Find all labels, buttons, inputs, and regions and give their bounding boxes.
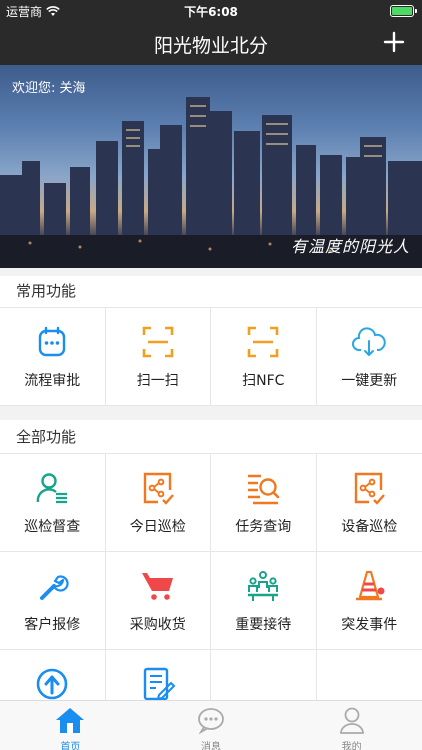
- approval-icon: [39, 326, 66, 357]
- page-title: 阳光物业北分: [153, 35, 268, 57]
- func-purchase-receipt[interactable]: 采购收货: [105, 552, 211, 650]
- func-today-inspection[interactable]: 今日巡检: [105, 454, 211, 552]
- func-customer-repair[interactable]: 客户报修: [0, 552, 106, 650]
- profile-icon: [339, 707, 364, 734]
- func-important-reception[interactable]: 重要接待: [211, 552, 317, 650]
- device-check-icon: [355, 472, 386, 505]
- func-label: 巡检督查: [24, 519, 81, 535]
- cart-icon: [141, 573, 173, 600]
- welcome-text: 欢迎您: 关海: [12, 81, 86, 96]
- empty-cell: [317, 650, 422, 700]
- add-icon[interactable]: [380, 28, 408, 56]
- scan-icon: [142, 326, 174, 358]
- message-icon: [198, 708, 224, 734]
- func-process-approval[interactable]: 流程审批: [0, 308, 106, 406]
- wrench-icon: [40, 575, 69, 600]
- func-label: 一键更新: [341, 373, 398, 389]
- tab-label: 消息: [201, 742, 221, 750]
- tab-messages[interactable]: 消息: [141, 701, 282, 750]
- clock: 下午6:08: [184, 5, 238, 19]
- share-check-icon: [143, 472, 174, 505]
- func-label: 扫NFC: [242, 373, 285, 389]
- func-label: 采购收货: [129, 617, 186, 633]
- func-task-query[interactable]: 任务查询: [211, 454, 317, 552]
- func-label: 今日巡检: [129, 519, 186, 535]
- func-scan-nfc[interactable]: 扫NFC: [211, 308, 317, 406]
- func-upload[interactable]: [0, 650, 106, 700]
- all-functions-grid: 巡检督查 今日巡检 任务查询 设备巡检 客户报修 采购收货 重要接待 突发事件: [0, 454, 422, 700]
- tab-home[interactable]: 首页: [0, 701, 141, 750]
- banner-slogan: 有温度的阳光人: [290, 237, 410, 256]
- func-one-click-update[interactable]: 一键更新: [316, 308, 422, 406]
- func-label: 设备巡检: [341, 519, 398, 535]
- tab-bar: 首页 消息 我的: [0, 700, 422, 750]
- func-emergency[interactable]: 突发事件: [316, 552, 422, 650]
- func-inspection-supervision[interactable]: 巡检督查: [0, 454, 106, 552]
- common-functions-grid: 流程审批 扫一扫 扫NFC 一键更新: [0, 308, 422, 406]
- cloud-download-icon: [352, 327, 386, 356]
- common-section-title: 常用功能: [0, 276, 422, 308]
- func-device-inspection[interactable]: 设备巡检: [316, 454, 422, 552]
- func-label: 扫一扫: [136, 373, 179, 389]
- tab-label: 我的: [341, 742, 362, 750]
- status-bar: 运营商 下午6:08: [0, 0, 422, 22]
- inspector-icon: [36, 473, 68, 504]
- func-scan[interactable]: 扫一扫: [105, 308, 211, 406]
- traffic-cone-icon: [356, 570, 385, 601]
- func-label: 重要接待: [235, 617, 292, 633]
- upload-circle-icon: [36, 668, 68, 700]
- func-label: 流程审批: [24, 373, 81, 389]
- edit-form-icon: [143, 667, 176, 700]
- func-label: 任务查询: [235, 519, 292, 535]
- home-icon: [56, 708, 85, 733]
- func-edit-form[interactable]: [106, 650, 211, 700]
- func-label: 突发事件: [341, 617, 398, 633]
- banner: 欢迎您: 关海 有温度的阳光人: [0, 65, 422, 268]
- nfc-scan-icon: [247, 326, 279, 358]
- battery-icon: [390, 5, 417, 17]
- tab-label: 首页: [60, 742, 81, 750]
- func-label: 客户报修: [24, 617, 81, 633]
- search-list-icon: [248, 474, 280, 505]
- empty-cell: [211, 650, 317, 700]
- nav-bar: 阳光物业北分: [0, 22, 422, 65]
- all-section-title: 全部功能: [0, 420, 422, 454]
- tab-profile[interactable]: 我的: [281, 701, 422, 750]
- meeting-icon: [248, 571, 279, 601]
